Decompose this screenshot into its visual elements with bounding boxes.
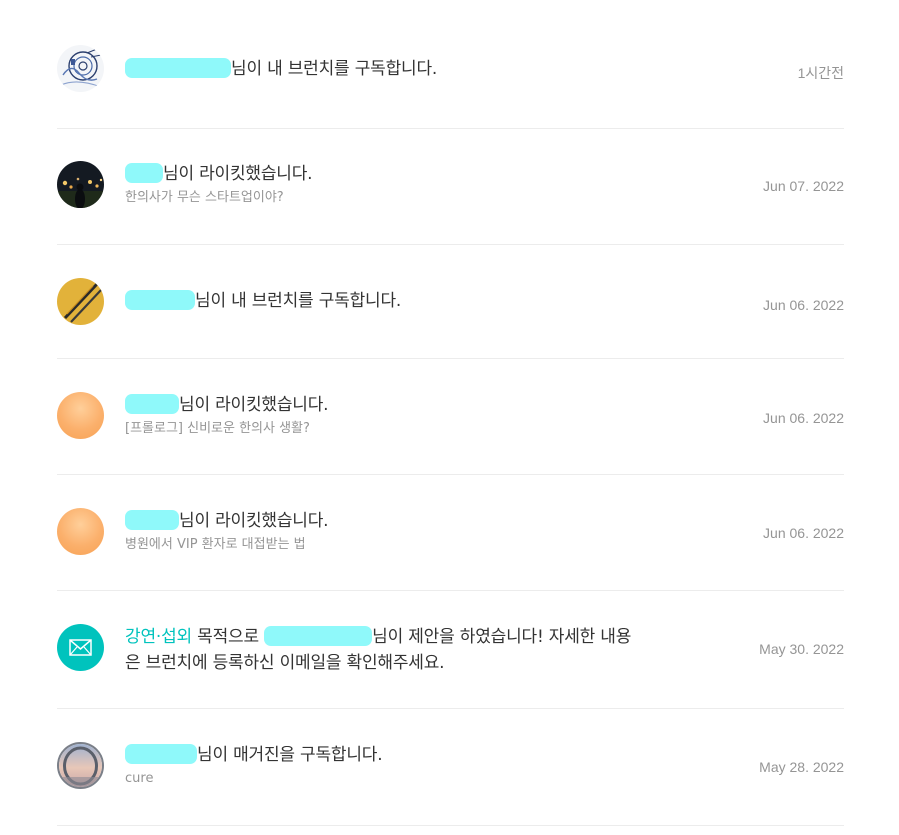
notification-item[interactable]: 님이 라이킷했습니다. [프롤로그] 신비로운 한의사 생활? Jun 06. … (57, 359, 844, 475)
notification-message: 님이 라이킷했습니다. (125, 161, 645, 187)
notification-message: 님이 라이킷했습니다. (125, 392, 645, 418)
notification-message: 님이 매거진을 구독합니다. (125, 742, 645, 768)
redacted-username[interactable] (125, 394, 179, 414)
envelope-icon (57, 624, 104, 671)
redacted-username[interactable] (264, 626, 373, 646)
redacted-username[interactable] (125, 163, 163, 183)
notification-time: May 28. 2022 (759, 759, 844, 775)
article-title-link[interactable]: 병원에서 VIP 환자로 대접받는 법 (125, 536, 645, 554)
notification-item[interactable]: 님이 내 브런치를 구독합니다. Jun 06. 2022 (57, 245, 844, 359)
notification-item[interactable]: 님이 내 브런치를 구독합니다. 1시간전 (57, 12, 844, 129)
default-orange-avatar[interactable] (57, 508, 104, 555)
ink-drawing-avatar[interactable] (57, 45, 104, 92)
redacted-username[interactable] (125, 744, 197, 764)
magazine-name-link[interactable]: cure (125, 770, 645, 788)
notification-item[interactable]: 님이 매거진을 구독합니다. cure May 28. 2022 (57, 709, 844, 826)
notification-item[interactable]: 님이 라이킷했습니다. 병원에서 VIP 환자로 대접받는 법 Jun 06. … (57, 475, 844, 591)
notification-time: Jun 06. 2022 (763, 297, 844, 313)
redacted-username[interactable] (125, 510, 179, 530)
notification-message: 님이 내 브런치를 구독합니다. (125, 56, 645, 82)
article-title-link[interactable]: [프롤로그] 신비로운 한의사 생활? (125, 420, 645, 438)
default-orange-avatar[interactable] (57, 392, 104, 439)
notification-time: 1시간전 (797, 65, 844, 81)
notification-item[interactable]: 강연·섭외 목적으로 님이 제안을 하였습니다! 자세한 내용은 브런치에 등록… (57, 591, 844, 709)
night-city-photo-avatar[interactable] (57, 161, 104, 208)
pencils-photo-avatar[interactable] (57, 278, 104, 325)
notification-message: 강연·섭외 목적으로 님이 제안을 하였습니다! 자세한 내용은 브런치에 등록… (125, 626, 632, 673)
proposal-purpose[interactable]: 강연·섭외 (125, 627, 192, 647)
article-title-link[interactable]: 한의사가 무슨 스타트업이야? (125, 189, 645, 207)
notification-time: Jun 07. 2022 (763, 178, 844, 194)
redacted-username[interactable] (125, 58, 231, 78)
notification-list: 님이 내 브런치를 구독합니다. 1시간전 님이 라이킷했습니다. 한의사가 무… (57, 12, 844, 826)
notification-item[interactable]: 님이 라이킷했습니다. 한의사가 무슨 스타트업이야? Jun 07. 2022 (57, 129, 844, 245)
notification-time: Jun 06. 2022 (763, 525, 844, 541)
notification-message: 님이 라이킷했습니다. (125, 508, 645, 534)
notification-time: May 30. 2022 (759, 641, 844, 657)
notification-time: Jun 06. 2022 (763, 410, 844, 426)
sky-photo-avatar[interactable] (57, 742, 104, 789)
redacted-username[interactable] (125, 290, 195, 310)
notification-message: 님이 내 브런치를 구독합니다. (125, 288, 645, 314)
